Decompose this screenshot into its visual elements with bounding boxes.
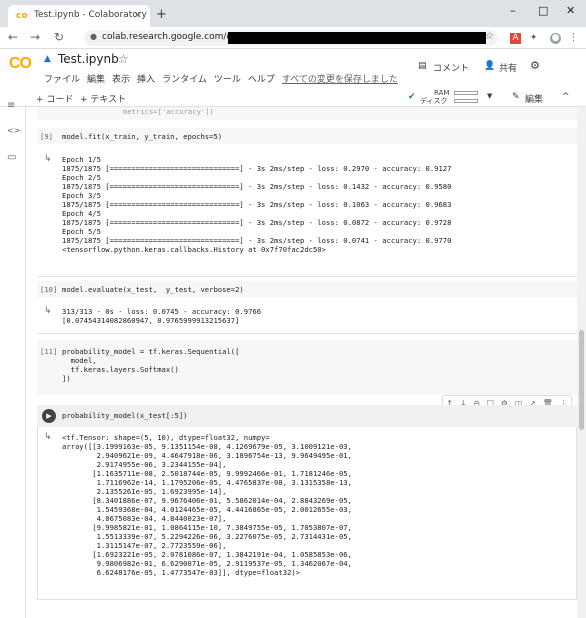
disk-bar — [454, 99, 478, 103]
tab-title: Test.ipynb - Colaboratory — [34, 10, 147, 20]
connected-check-icon: ✔ — [408, 92, 416, 102]
code-cell-active[interactable]: probability_model(x_test[:5]) — [37, 405, 577, 427]
settings-gear-icon[interactable]: ⚙ — [530, 59, 540, 72]
cell-prompt: [11] — [40, 347, 58, 356]
cell-code[interactable]: model.evaluate(x_test, y_test, verbose=2… — [62, 285, 244, 294]
star-icon[interactable]: ☆ — [118, 52, 129, 66]
output-arrow-icon[interactable]: ↳ — [44, 306, 52, 316]
notebook-title[interactable]: Test.ipynb — [58, 52, 119, 66]
minimize-button[interactable]: – — [510, 4, 516, 17]
cell-divider — [37, 333, 577, 334]
redacted-url — [228, 32, 486, 44]
chrome-menu-icon[interactable]: ⋮ — [568, 33, 579, 44]
extension-icon[interactable]: A — [510, 33, 521, 44]
colab-logo[interactable]: CO — [9, 55, 32, 73]
menu-help[interactable]: ヘルプ — [248, 72, 275, 85]
new-tab-button[interactable]: + — [156, 7, 167, 22]
ram-bar — [454, 91, 478, 95]
colab-favicon-icon: co — [16, 11, 28, 21]
output-arrow-icon[interactable]: ↳ — [44, 432, 52, 442]
menu-file[interactable]: ファイル — [44, 72, 80, 85]
files-icon[interactable]: ▭ — [7, 152, 16, 163]
toc-icon[interactable]: ≡ — [7, 100, 15, 111]
scrollbar-thumb[interactable] — [579, 330, 584, 430]
cell-output: <tf.Tensor: shape=(5, 10), dtype=float32… — [62, 433, 352, 577]
saved-status[interactable]: すべての変更を保存しました — [282, 72, 398, 85]
menu-tools[interactable]: ツール — [214, 72, 241, 85]
drive-icon: ▲ — [44, 54, 51, 64]
cell-divider — [37, 276, 577, 277]
cell-code[interactable]: probability_model(x_test[:5]) — [62, 411, 188, 420]
bookmark-star-icon[interactable]: ☆ — [485, 31, 494, 42]
puzzle-icon[interactable]: ✦ — [528, 33, 539, 44]
cell-output: Epoch 1/5 1875/1875 [===================… — [62, 155, 452, 254]
menu-bar: ファイル 編集 表示 挿入 ランタイム ツール ヘルプ すべての変更を保存しまし… — [44, 72, 398, 85]
cell-code[interactable]: model.fit(x_train, y_train, epochs=5) — [62, 132, 222, 141]
share-button[interactable]: 共有 — [499, 61, 517, 74]
cell-code[interactable]: probability_model = tf.keras.Sequential(… — [62, 347, 239, 383]
close-window-button[interactable]: ✕ — [566, 4, 575, 17]
cell-code[interactable]: metrics=['accuracy']) — [123, 107, 214, 116]
forward-icon[interactable]: → — [30, 30, 40, 44]
code-cell-10[interactable]: [10] model.evaluate(x_test, y_test, verb… — [37, 281, 577, 297]
profile-avatar[interactable]: ● — [550, 33, 561, 44]
disk-label: ディスク — [420, 97, 448, 105]
back-icon[interactable]: ← — [8, 30, 18, 44]
menu-edit[interactable]: 編集 — [87, 72, 105, 85]
code-cell-9[interactable]: [9] model.fit(x_train, y_train, epochs=5… — [37, 128, 577, 144]
output-arrow-icon[interactable]: ↳ — [44, 154, 52, 164]
code-snippets-icon[interactable]: <> — [7, 126, 20, 135]
code-cell-11[interactable]: [11] probability_model = tf.keras.Sequen… — [37, 340, 577, 395]
ram-label: RAM — [434, 89, 450, 97]
lock-icon: ● — [90, 32, 97, 41]
edit-button[interactable]: 編集 — [525, 92, 543, 105]
code-cell-partial[interactable]: metrics=['accuracy']) — [37, 107, 577, 120]
add-text-button[interactable]: + テキスト — [80, 92, 126, 105]
comment-icon[interactable]: ▤ — [418, 61, 427, 71]
cell-prompt: [9] — [40, 132, 53, 141]
omnibox[interactable]: ● colab.research.google.com/drive/ ☆ — [84, 30, 498, 46]
browser-tab[interactable]: co Test.ipynb - Colaboratory × — [8, 5, 150, 27]
menu-insert[interactable]: 挿入 — [137, 72, 155, 85]
left-rail — [0, 107, 26, 618]
reload-icon[interactable]: ↻ — [54, 30, 64, 44]
collapse-chevron-icon[interactable]: ^ — [562, 92, 570, 102]
add-code-button[interactable]: + コード — [36, 92, 73, 105]
menu-runtime[interactable]: ランタイム — [162, 72, 207, 85]
comment-button[interactable]: コメント — [433, 61, 469, 74]
menu-view[interactable]: 表示 — [112, 72, 130, 85]
run-cell-button[interactable]: ▶ — [42, 409, 56, 423]
share-icon[interactable]: 👤 — [484, 61, 495, 71]
resource-dropdown-icon[interactable]: ▼ — [487, 92, 492, 100]
maximize-button[interactable]: □ — [538, 4, 548, 17]
cell-prompt: [10] — [40, 285, 58, 294]
tab-close-icon[interactable]: × — [133, 8, 142, 21]
edit-pencil-icon: ✎ — [512, 92, 520, 102]
cell-output: 313/313 - 0s - loss: 0.0745 - accuracy: … — [62, 307, 262, 325]
